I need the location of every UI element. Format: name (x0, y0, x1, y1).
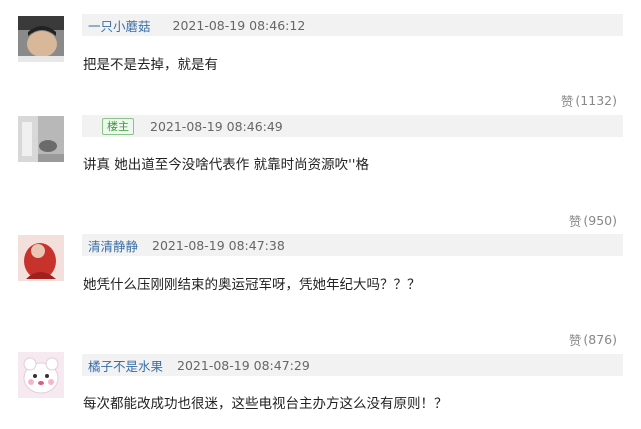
username[interactable]: 一只小蘑菇 (88, 16, 151, 35)
username[interactable]: 橘子不是水果 (88, 356, 163, 375)
comment-header: 一只小蘑菇 2021-08-19 08:46:12 (82, 14, 623, 36)
avatar[interactable] (18, 16, 64, 62)
comment-header: 清清静静 2021-08-19 08:47:38 (82, 234, 623, 256)
like-count: (876) (583, 332, 617, 347)
comment-text: 讲真 她出道至今没啥代表作 就靠时尚资源吹''格 (83, 157, 370, 173)
like-count: (1132) (575, 93, 617, 108)
avatar[interactable] (18, 235, 64, 281)
like-count: (950) (583, 213, 617, 228)
comment-text: 每次都能改成功也很迷，这些电视台主办方这么没有原则！？ (83, 396, 448, 412)
like-label: 赞 (560, 94, 574, 109)
like-label: 赞 (568, 333, 582, 348)
like-label: 赞 (568, 214, 582, 229)
avatar[interactable] (18, 352, 64, 398)
timestamp: 2021-08-19 08:47:38 (152, 237, 285, 253)
like-button[interactable]: 赞 (950) (569, 211, 617, 230)
comment-text: 把是不是去掉，就是有 (83, 57, 218, 73)
avatar[interactable] (18, 116, 64, 162)
op-badge: 楼主 (102, 117, 134, 135)
comment-text: 她凭什么压刚刚结束的奥运冠军呀，凭她年纪大吗？？？ (83, 277, 421, 293)
username[interactable]: 清清静静 (88, 236, 138, 255)
comment-header: 橘子不是水果 2021-08-19 08:47:29 (82, 354, 623, 376)
timestamp: 2021-08-19 08:46:49 (150, 118, 283, 134)
like-button[interactable]: 赞 (1132) (561, 91, 617, 110)
timestamp: 2021-08-19 08:47:29 (177, 357, 310, 373)
timestamp: 2021-08-19 08:46:12 (172, 17, 306, 33)
comment-header: 楼主 2021-08-19 08:46:49 (82, 115, 623, 137)
like-button[interactable]: 赞 (876) (569, 330, 617, 349)
